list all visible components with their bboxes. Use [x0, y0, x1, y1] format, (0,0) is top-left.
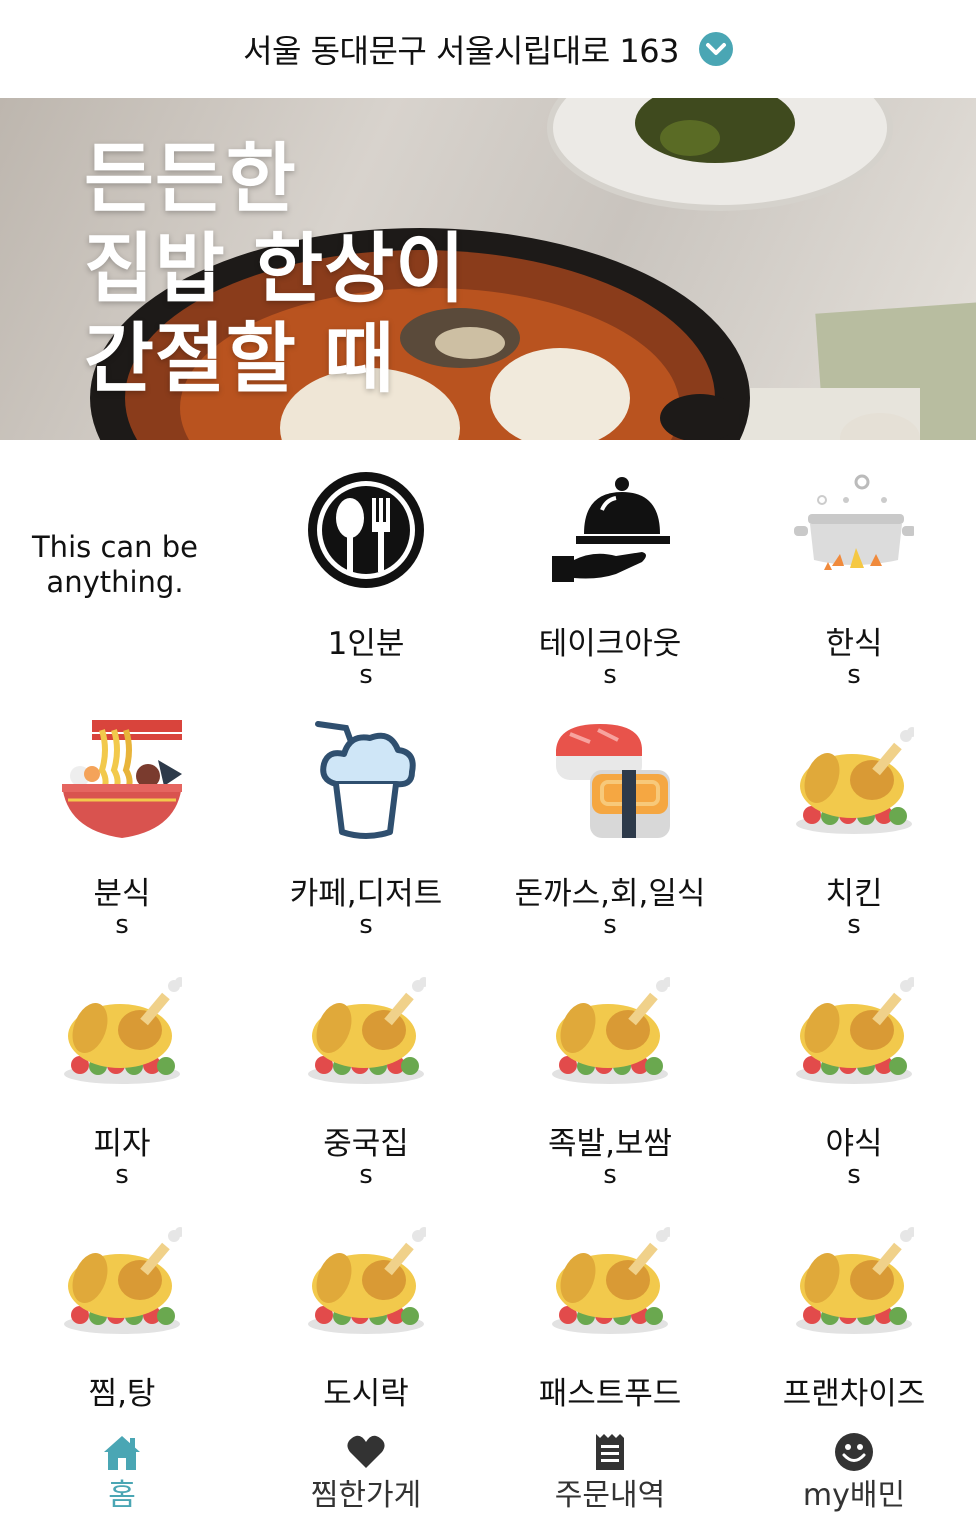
category-label: 카페,디저트: [289, 876, 443, 912]
category-franchise[interactable]: 프랜차이즈: [732, 1190, 976, 1440]
category-label: 야식: [825, 1126, 883, 1162]
category-chinese[interactable]: 중국집 s: [244, 940, 488, 1190]
nav-home[interactable]: 홈: [0, 1428, 244, 1522]
delivery-address[interactable]: 서울 동대문구 서울시립대로 163: [243, 26, 679, 72]
roast-chicken-icon: [796, 1227, 914, 1334]
category-label: 찜,탕: [88, 1376, 156, 1412]
roast-chicken-icon: [796, 727, 914, 834]
roast-chicken-icon: [308, 977, 426, 1084]
address-bar[interactable]: 서울 동대문구 서울시립대로 163: [0, 0, 976, 98]
category-late-night[interactable]: 야식 s: [732, 940, 976, 1190]
nav-label: 주문내역: [554, 1478, 666, 1513]
category-label: 피자: [93, 1126, 151, 1162]
placeholder-cell: This can be anything.: [0, 440, 244, 690]
receipt-icon: [596, 1434, 624, 1470]
noodle-bowl-icon: [62, 720, 182, 838]
category-label: 프랜차이즈: [782, 1376, 926, 1412]
category-label: 패스트푸드: [538, 1376, 682, 1412]
category-chicken[interactable]: 치킨 s: [732, 690, 976, 940]
nav-my-baemin[interactable]: my배민: [732, 1428, 976, 1522]
category-sub: s: [603, 1160, 617, 1190]
category-label: 돈까스,회,일식: [514, 876, 706, 912]
cooking-pot-icon: [794, 474, 914, 570]
category-label: 1인분: [327, 626, 405, 662]
placeholder-text: This can be anything.: [31, 530, 199, 599]
banner-line: 간절할 때: [84, 314, 396, 403]
banner-line: 집밥 한상이: [84, 224, 467, 313]
nav-label: 홈: [108, 1478, 136, 1513]
heart-icon: [347, 1435, 385, 1468]
category-sub: s: [115, 910, 129, 940]
roast-chicken-icon: [64, 977, 182, 1084]
category-fastfood[interactable]: 패스트푸드: [488, 1190, 732, 1440]
roast-chicken-icon: [64, 1227, 182, 1334]
category-label: 테이크아웃: [538, 626, 682, 662]
bottom-navigation: 홈 찜한가게 주문내역 my배민: [0, 1428, 976, 1522]
roast-chicken-icon: [796, 977, 914, 1084]
drink-cup-icon: [315, 721, 416, 839]
category-label: 한식: [825, 626, 883, 662]
nav-favorites[interactable]: 찜한가게: [244, 1428, 488, 1522]
category-sub: s: [359, 910, 373, 940]
category-stew[interactable]: 찜,탕: [0, 1190, 244, 1440]
category-label: 중국집: [323, 1126, 409, 1162]
category-sub: s: [115, 1160, 129, 1190]
nav-label: my배민: [802, 1478, 906, 1513]
category-sub: s: [847, 1160, 861, 1190]
roast-chicken-icon: [552, 977, 670, 1084]
category-sub: s: [603, 660, 617, 690]
category-lunchbox[interactable]: 도시락: [244, 1190, 488, 1440]
category-sub: s: [847, 660, 861, 690]
category-sub: s: [359, 660, 373, 690]
cloche-hand-icon: [552, 477, 670, 582]
category-snack[interactable]: 분식 s: [0, 690, 244, 940]
nav-orders[interactable]: 주문내역: [488, 1428, 732, 1522]
banner-line: 든든한: [84, 134, 297, 223]
category-takeout[interactable]: 테이크아웃 s: [488, 440, 732, 690]
promo-banner[interactable]: 든든한 집밥 한상이 간절할 때: [0, 98, 976, 440]
category-sub: s: [359, 1160, 373, 1190]
category-label: 도시락: [323, 1376, 409, 1412]
roast-chicken-icon: [552, 1227, 670, 1334]
category-sub: s: [603, 910, 617, 940]
nav-label: 찜한가게: [310, 1478, 422, 1513]
category-sub: s: [847, 910, 861, 940]
category-label: 치킨: [825, 876, 883, 912]
smiley-icon: [835, 1433, 873, 1471]
chevron-down-icon[interactable]: [698, 32, 733, 66]
banner-headline: 든든한 집밥 한상이 간절할 때: [84, 134, 466, 404]
category-pizza[interactable]: 피자 s: [0, 940, 244, 1190]
category-label: 분식: [93, 876, 151, 912]
category-korean[interactable]: 한식 s: [732, 440, 976, 690]
category-label: 족발,보쌈: [548, 1126, 672, 1162]
category-cafe-dessert[interactable]: 카페,디저트 s: [244, 690, 488, 940]
home-icon: [104, 1436, 140, 1470]
category-single-serving[interactable]: 1인분 s: [244, 440, 488, 690]
spoon-fork-icon: [308, 472, 424, 588]
roast-chicken-icon: [308, 1227, 426, 1334]
category-jokbal-bossam[interactable]: 족발,보쌈 s: [488, 940, 732, 1190]
category-japanese[interactable]: 돈까스,회,일식 s: [488, 690, 732, 940]
sushi-icon: [556, 724, 670, 838]
